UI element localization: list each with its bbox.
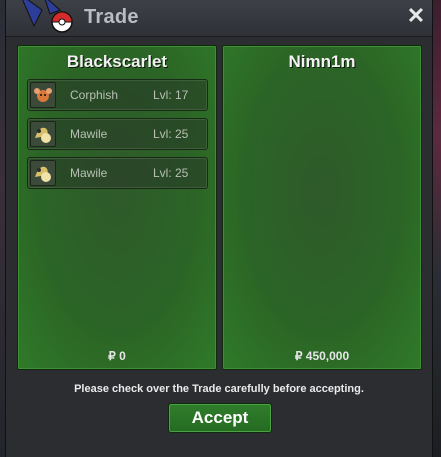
left-trade-panel: Blackscarlet Corphish Lvl: 17 Mawile Lvl… — [17, 45, 217, 370]
pokemon-name: Mawile — [70, 166, 108, 180]
trade-slot[interactable]: Mawile Lvl: 25 — [27, 157, 208, 189]
pokeball-logo-icon — [22, 0, 73, 33]
trade-notice: Please check over the Trade carefully be… — [74, 383, 364, 395]
trade-slot[interactable]: Mawile Lvl: 25 — [27, 118, 208, 150]
pokemon-level: Lvl: 17 — [153, 88, 189, 102]
corphish-sprite-icon — [30, 82, 56, 108]
window-titlebar[interactable]: Trade ✕ — [6, 0, 432, 37]
trade-body: Blackscarlet Corphish Lvl: 17 Mawile Lvl… — [6, 37, 432, 457]
pokemon-level: Lvl: 25 — [153, 127, 189, 141]
trade-window: Trade ✕ Blackscarlet Corphish Lvl: 17 Ma… — [5, 0, 433, 457]
right-trade-panel: Nimn1m ₽ 450,000 — [222, 45, 422, 370]
left-player-name: Blackscarlet — [66, 52, 168, 71]
right-player-name: Nimn1m — [288, 52, 356, 71]
window-title: Trade — [84, 6, 139, 28]
mawile-sprite-icon — [30, 160, 56, 186]
trade-slot[interactable]: Corphish Lvl: 17 — [27, 79, 208, 111]
pokemon-level: Lvl: 25 — [153, 166, 189, 180]
pokemon-name: Corphish — [70, 88, 119, 102]
accept-button[interactable]: Accept — [168, 403, 272, 433]
pokemon-name: Mawile — [70, 127, 108, 141]
close-icon[interactable]: ✕ — [406, 5, 426, 27]
left-money: ₽ 0 — [108, 349, 126, 363]
mawile-sprite-icon — [30, 121, 56, 147]
background-right-edge — [433, 0, 441, 457]
right-money: ₽ 450,000 — [294, 349, 350, 363]
